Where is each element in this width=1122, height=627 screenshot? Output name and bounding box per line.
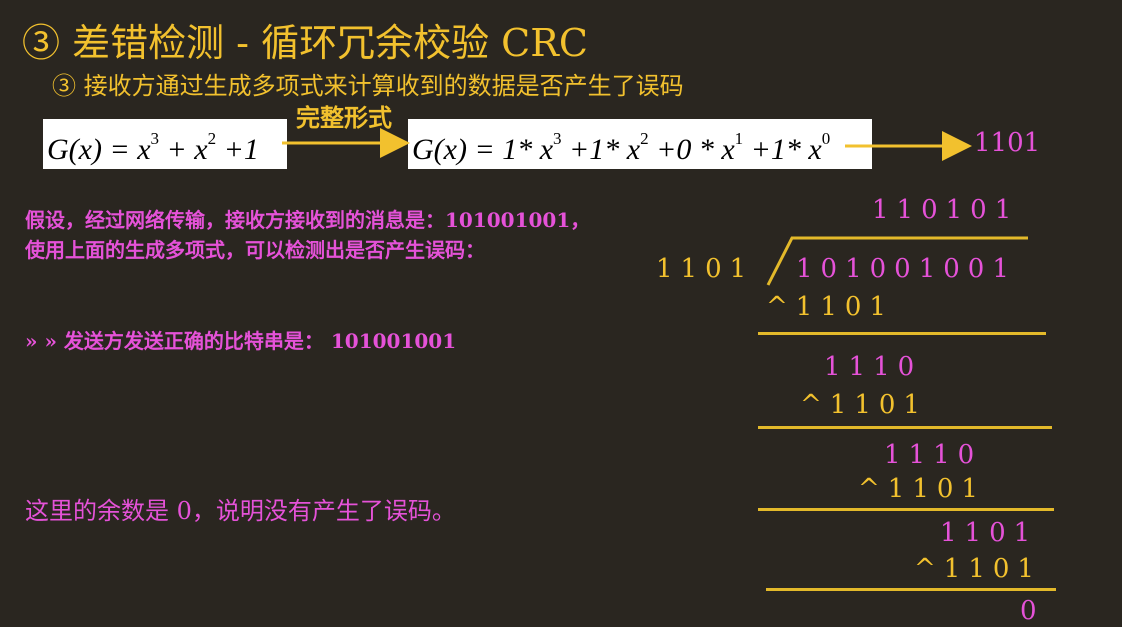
subtrahend: 1101 [943,554,1042,584]
remainder-2: 1110 [884,440,983,470]
assumption-line-1: 假设，经过网络传输，接收方接收到的消息是：101001001， [25,208,591,232]
subtrahend: 1101 [887,474,986,504]
division-line [766,588,1056,591]
sender-line: » » 发送方发送正确的比特串是： 101001001 [25,329,457,353]
xor-mark: ^ [800,390,830,420]
xor-row-4: ^1101 [914,554,1042,584]
xor-row-2: ^1101 [800,390,928,420]
xor-mark: ^ [858,474,888,504]
subtrahend: 1101 [795,292,894,322]
xor-mark: ^ [766,292,796,322]
dividend: 101001001 [796,254,1017,284]
divisor: 1101 [656,254,755,284]
xor-mark: ^ [914,554,944,584]
division-line [758,508,1054,511]
division-line [758,426,1052,429]
subtrahend: 1101 [829,390,928,420]
xor-row-3: ^1101 [858,474,986,504]
remainder-1: 1110 [824,352,923,382]
conclusion: 这里的余数是 0，说明没有产生了误码。 [25,497,456,525]
xor-row-1: ^1101 [766,292,894,322]
assumption-line-2: 使用上面的生成多项式，可以检测出是否产生误码： [25,238,485,262]
remainder-3: 1101 [940,518,1039,548]
quotient: 110101 [872,195,1020,225]
division-line [758,332,1046,335]
final-remainder: 0 [1020,596,1045,626]
